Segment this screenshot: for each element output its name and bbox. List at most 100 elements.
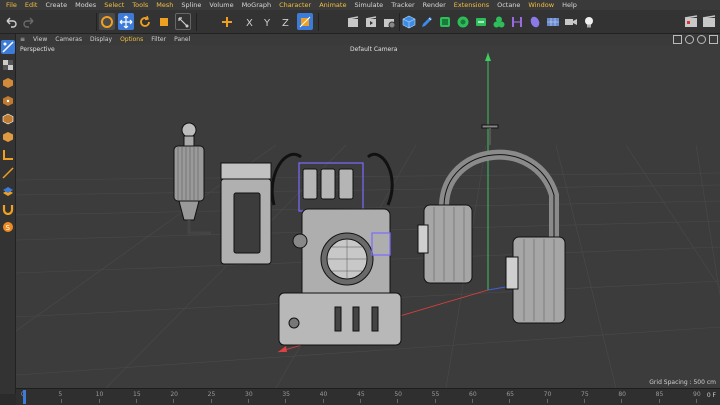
viewport-menu-view[interactable]: View bbox=[29, 36, 51, 43]
render-view-button[interactable] bbox=[345, 13, 361, 30]
menu-item-tracker[interactable]: Tracker bbox=[387, 0, 418, 10]
checker-icon bbox=[3, 60, 13, 70]
axis-mode-button[interactable] bbox=[1, 148, 15, 162]
field-button[interactable] bbox=[527, 13, 543, 30]
timeline-tick-mark bbox=[98, 399, 100, 403]
cloner-button[interactable] bbox=[491, 13, 507, 30]
field-icon bbox=[530, 16, 540, 27]
y-axis-lock-button[interactable]: Y bbox=[261, 13, 277, 30]
menu-item-spline[interactable]: Spline bbox=[177, 0, 205, 10]
viewport-menu-panel[interactable]: Panel bbox=[170, 36, 194, 43]
coordinate-system-button[interactable] bbox=[297, 13, 313, 30]
svg-text:Z: Z bbox=[282, 18, 289, 29]
box-frame-object[interactable] bbox=[220, 162, 272, 265]
model-mode-button[interactable] bbox=[1, 58, 15, 72]
timeline-tick-label: 80 bbox=[618, 391, 626, 398]
menu-item-extensions[interactable]: Extensions bbox=[450, 0, 493, 10]
camera-label[interactable]: Default Camera bbox=[350, 46, 397, 53]
rotate-view-icon[interactable] bbox=[697, 35, 706, 44]
snap-button[interactable] bbox=[1, 202, 15, 216]
scene-button[interactable] bbox=[545, 13, 561, 30]
deformer-button[interactable] bbox=[509, 13, 525, 30]
viewport-menu-filter[interactable]: Filter bbox=[147, 36, 170, 43]
clapper-icon bbox=[347, 15, 359, 27]
timeline-tick-mark bbox=[434, 399, 436, 403]
menu-item-mesh[interactable]: Mesh bbox=[152, 0, 177, 10]
timeline-tick-mark bbox=[322, 399, 324, 403]
make-editable-button[interactable] bbox=[1, 40, 15, 54]
undo-icon bbox=[6, 17, 17, 28]
live-selection-button[interactable] bbox=[99, 13, 115, 30]
menu-item-window[interactable]: Window bbox=[524, 0, 558, 10]
point-mode-button[interactable] bbox=[1, 94, 15, 108]
edge-mode-button[interactable] bbox=[1, 112, 15, 126]
svg-text:S: S bbox=[6, 224, 11, 232]
menu-item-select[interactable]: Select bbox=[100, 0, 128, 10]
enable-snap-button[interactable]: S bbox=[1, 220, 15, 234]
snap-s-icon: S bbox=[3, 222, 13, 232]
add-object-button[interactable] bbox=[219, 13, 235, 30]
menu-item-render[interactable]: Render bbox=[419, 0, 450, 10]
menu-item-file[interactable]: File bbox=[2, 0, 21, 10]
viewport-menu-cameras[interactable]: Cameras bbox=[51, 36, 86, 43]
timeline-tick-label: 55 bbox=[431, 391, 440, 398]
render-settings-button[interactable] bbox=[381, 13, 397, 30]
menu-item-tools[interactable]: Tools bbox=[128, 0, 152, 10]
x-axis-lock-button[interactable]: X bbox=[243, 13, 259, 30]
central-machine-object[interactable] bbox=[270, 153, 402, 346]
timeline-tick-mark bbox=[210, 399, 212, 403]
light-button[interactable] bbox=[581, 13, 597, 30]
boole-icon bbox=[476, 17, 486, 26]
pan-icon[interactable] bbox=[673, 35, 682, 44]
viewport-hamburger-icon[interactable]: ≡ bbox=[16, 36, 29, 43]
menu-item-animate[interactable]: Animate bbox=[315, 0, 350, 10]
timeline-playhead[interactable] bbox=[23, 390, 26, 404]
menu-item-simulate[interactable]: Simulate bbox=[350, 0, 387, 10]
menu-item-volume[interactable]: Volume bbox=[205, 0, 237, 10]
menu-item-create[interactable]: Create bbox=[41, 0, 71, 10]
magnet-icon bbox=[2, 205, 14, 215]
menu-item-edit[interactable]: Edit bbox=[21, 0, 42, 10]
timeline-tick-mark bbox=[546, 399, 548, 403]
array-button[interactable] bbox=[455, 13, 471, 30]
timeline-tick-label: 35 bbox=[282, 391, 290, 398]
timeline-tick-label: 60 bbox=[469, 391, 477, 398]
menu-item-mograph[interactable]: MoGraph bbox=[238, 0, 276, 10]
menu-item-character[interactable]: Character bbox=[275, 0, 315, 10]
viewport-menu-options[interactable]: Options bbox=[116, 36, 147, 43]
render-active-button[interactable] bbox=[363, 13, 379, 30]
cube-object-button[interactable] bbox=[401, 13, 417, 30]
z-axis-lock-button[interactable]: Z bbox=[279, 13, 295, 30]
texture-mode-button[interactable] bbox=[1, 76, 15, 90]
menu-item-modes[interactable]: Modes bbox=[71, 0, 100, 10]
transform-tool-button[interactable] bbox=[175, 13, 191, 30]
workplane-mode-button[interactable] bbox=[1, 184, 15, 198]
camera-button[interactable] bbox=[563, 13, 579, 30]
render-queue-button[interactable] bbox=[701, 13, 717, 30]
scale-tool-button[interactable] bbox=[156, 13, 172, 30]
polygon-mode-button[interactable] bbox=[1, 130, 15, 144]
viewport-menu-display[interactable]: Display bbox=[86, 36, 116, 43]
scene-canvas[interactable] bbox=[16, 45, 720, 388]
timeline[interactable]: 0 F 051015202530354045505560657075808590 bbox=[16, 388, 720, 405]
subdivision-surface-button[interactable] bbox=[437, 13, 453, 30]
3d-viewport[interactable]: Perspective Default Camera Grid Spacing … bbox=[16, 45, 720, 388]
render-clapper-icon bbox=[365, 15, 377, 27]
menu-item-octane[interactable]: Octane bbox=[493, 0, 524, 10]
move-tool-button[interactable] bbox=[118, 13, 134, 30]
pen-spline-button[interactable] bbox=[419, 13, 435, 30]
menu-item-help[interactable]: Help bbox=[558, 0, 581, 10]
rotate-tool-button[interactable] bbox=[137, 13, 153, 30]
move-icon bbox=[119, 15, 133, 28]
boole-button[interactable] bbox=[473, 13, 489, 30]
render-toggle-button[interactable] bbox=[683, 13, 699, 30]
redo-button[interactable] bbox=[21, 13, 37, 30]
timeline-tick-mark bbox=[621, 399, 623, 403]
dolly-icon[interactable] bbox=[685, 35, 694, 44]
solo-mode-button[interactable] bbox=[1, 166, 15, 180]
undo-button[interactable] bbox=[3, 13, 19, 30]
svg-text:Y: Y bbox=[263, 18, 271, 29]
cloner-icon bbox=[493, 16, 505, 27]
toggle-view-icon[interactable] bbox=[709, 35, 718, 44]
twin-tank-object[interactable] bbox=[417, 124, 566, 324]
